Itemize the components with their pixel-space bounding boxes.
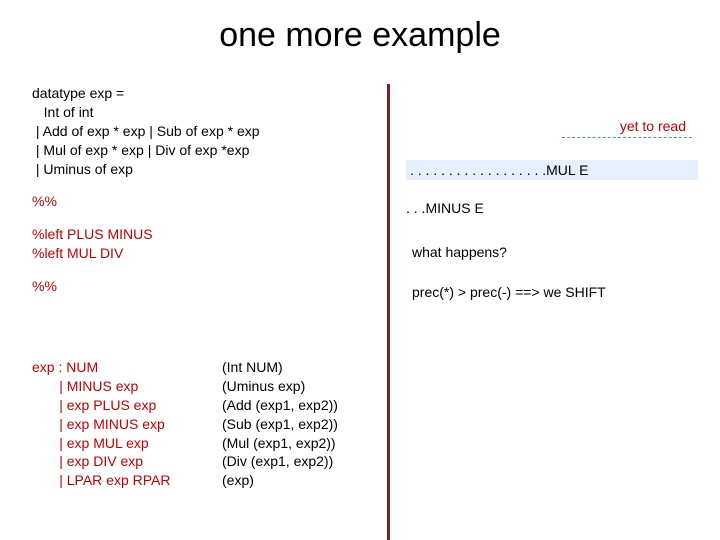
sema-1: (Uminus exp) <box>222 378 305 394</box>
grammar-rules: exp : NUM | MINUS exp | exp PLUS exp | e… <box>32 358 222 490</box>
sema-5: (Div (exp1, exp2)) <box>222 453 333 469</box>
stack-minus-e: . . .MINUS E <box>406 200 484 216</box>
assoc-l1: %left PLUS MINUS <box>32 226 153 242</box>
yet-to-read-label: yet to read <box>620 118 686 134</box>
dt-l3: | Add of exp * exp | Sub of exp * exp <box>32 123 260 139</box>
slide-title: one more example <box>0 0 720 55</box>
sema-2: (Add (exp1, exp2)) <box>222 397 338 413</box>
sema-3: (Sub (exp1, exp2)) <box>222 416 338 432</box>
dt-l4: | Mul of exp * exp | Div of exp *exp <box>32 142 249 158</box>
rule-head: exp : NUM <box>32 359 98 375</box>
separator-2: %% <box>32 277 387 296</box>
what-happens: what happens? <box>412 244 507 260</box>
rule-4: | exp MUL exp <box>32 435 149 451</box>
separator-1: %% <box>32 192 387 211</box>
dt-l5: | Uminus of exp <box>32 161 133 177</box>
datatype-block: datatype exp = Int of int | Add of exp *… <box>32 84 387 178</box>
left-column: datatype exp = Int of int | Add of exp *… <box>32 84 387 540</box>
dt-l1: datatype exp = <box>32 85 124 101</box>
right-column: yet to read . . . . . . . . . . . . . . … <box>387 84 704 540</box>
assoc-block: %left PLUS MINUS %left MUL DIV <box>32 225 387 263</box>
dt-l2: Int of int <box>32 104 93 120</box>
slide-body: datatype exp = Int of int | Add of exp *… <box>32 84 704 540</box>
stack-mul-e: . . . . . . . . . . . . . . . . . .MUL E <box>406 160 698 180</box>
assoc-l2: %left MUL DIV <box>32 245 123 261</box>
brace-decor-top <box>562 137 692 138</box>
rule-3: | exp MINUS exp <box>32 416 165 432</box>
rule-1: | MINUS exp <box>32 378 138 394</box>
grammar-block: exp : NUM | MINUS exp | exp PLUS exp | e… <box>32 358 338 504</box>
rule-2: | exp PLUS exp <box>32 397 156 413</box>
sema-0: (Int NUM) <box>222 359 283 375</box>
precedence-resolution: prec(*) > prec(-) ==> we SHIFT <box>412 284 606 300</box>
rule-5: | exp DIV exp <box>32 453 143 469</box>
rule-6: | LPAR exp RPAR <box>32 472 171 488</box>
sema-6: (exp) <box>222 472 254 488</box>
sema-4: (Mul (exp1, exp2)) <box>222 435 336 451</box>
semantic-actions: (Int NUM) (Uminus exp) (Add (exp1, exp2)… <box>222 358 338 490</box>
